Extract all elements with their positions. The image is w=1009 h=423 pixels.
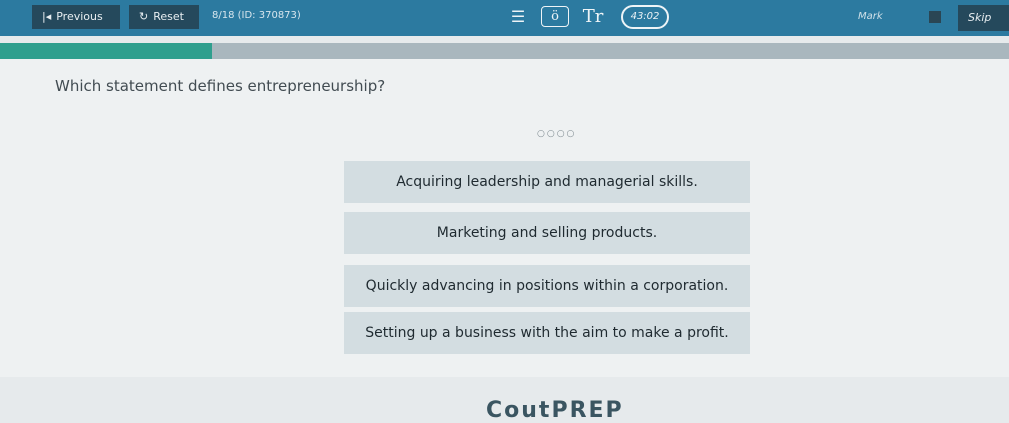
list-icon[interactable]: ☰ xyxy=(507,6,529,28)
top-toolbar: |◂ Previous ↻ Reset 8/18 (ID: 370873) ☰ ö … xyxy=(0,0,1009,36)
timer: 43:02 xyxy=(621,5,669,29)
previous-icon: |◂ xyxy=(42,10,52,23)
question-card: Which statement defines entrepreneurship… xyxy=(0,59,1009,377)
reset-label: Reset xyxy=(153,10,184,23)
previous-button[interactable]: |◂ Previous xyxy=(32,5,120,29)
mark-label: Mark xyxy=(858,11,883,22)
reset-icon: ↻ xyxy=(139,10,149,23)
answer-option[interactable]: Quickly advancing in positions within a … xyxy=(344,265,750,307)
skip-button[interactable]: Skip xyxy=(958,5,1009,31)
zoom-icon[interactable]: ö xyxy=(541,6,569,27)
mark-checkbox[interactable] xyxy=(929,11,941,23)
previous-label: Previous xyxy=(56,10,103,23)
answer-option[interactable]: Marketing and selling products. xyxy=(344,212,750,254)
answer-option[interactable]: Setting up a business with the aim to ma… xyxy=(344,312,750,354)
reset-button[interactable]: ↻ Reset xyxy=(129,5,199,29)
progress-fill xyxy=(0,43,212,59)
footer-logo: CoutPREP xyxy=(486,398,624,423)
answer-dots: ○○○○ xyxy=(537,129,577,139)
text-size-icon[interactable]: Tr xyxy=(578,6,608,28)
answer-option[interactable]: Acquiring leadership and managerial skil… xyxy=(344,161,750,203)
question-position: 8/18 (ID: 370873) xyxy=(212,10,301,21)
question-text: Which statement defines entrepreneurship… xyxy=(55,77,386,95)
progress-bar xyxy=(0,43,1009,59)
